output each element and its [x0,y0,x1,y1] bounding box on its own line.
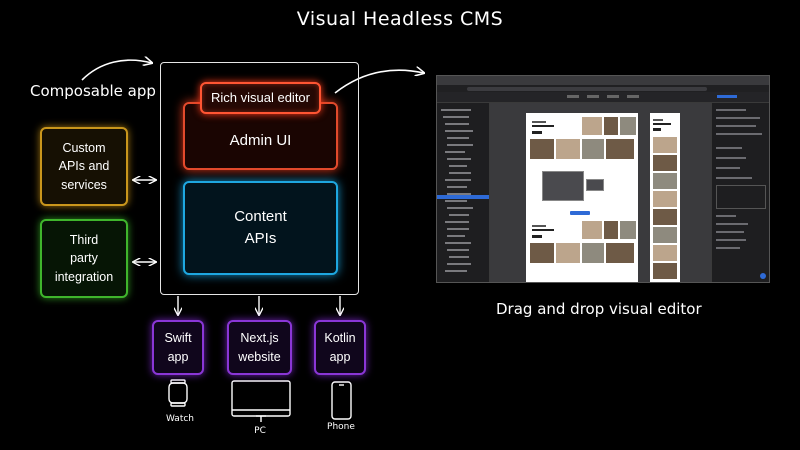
composable-app-label: Composable app [30,82,156,100]
admin-ui-label: Admin UI [229,132,292,150]
nextjs-website-line-2: website [238,349,281,364]
nextjs-website-line-1: Next.js [240,331,279,346]
swift-app-line-1: Swift [164,331,192,346]
layers-panel [437,103,490,282]
rich-visual-editor-box: Rich visual editor [200,82,321,114]
kotlin-app-line-2: app [329,349,351,364]
browser-tab-bar [437,76,769,85]
pc-label: PC [254,426,266,436]
custom-apis-line-3: services [61,177,107,192]
content-apis-line-1: Content [234,208,287,226]
style-panel [711,103,769,282]
custom-apis-line-1: Custom [62,141,106,156]
third-party-line-2: party [70,251,98,266]
swift-app-box: Swift app [152,320,204,375]
swift-app-line-2: app [167,349,189,364]
third-party-line-1: Third [69,233,99,248]
watch-icon [168,379,188,407]
diagram-title: Visual Headless CMS [296,8,504,30]
kotlin-app-box: Kotlin app [314,320,366,375]
custom-apis-box: Custom APIs and services [40,127,128,206]
nextjs-website-box: Next.js website [227,320,292,375]
kotlin-app-line-1: Kotlin [324,331,356,346]
editor-canvas [490,103,711,282]
rich-visual-editor-label: Rich visual editor [211,89,310,105]
page-preview-desktop [526,113,638,282]
composable-arrow [81,60,152,81]
phone-icon [331,381,352,420]
phone-label: Phone [327,422,355,432]
custom-apis-line-2: APIs and [58,159,110,174]
page-preview-mobile [650,113,680,282]
editor-caption: Drag and drop visual editor [496,300,702,318]
browser-url-bar [437,85,769,92]
content-apis-line-2: APIs [244,230,277,247]
third-party-line-3: integration [54,269,114,284]
content-apis-box: Content APIs [183,181,338,275]
watch-label: Watch [165,414,195,424]
monitor-icon [231,380,291,422]
visual-editor-screenshot [436,75,770,283]
editor-toolbar [437,92,769,103]
third-party-box: Third party integration [40,219,128,298]
